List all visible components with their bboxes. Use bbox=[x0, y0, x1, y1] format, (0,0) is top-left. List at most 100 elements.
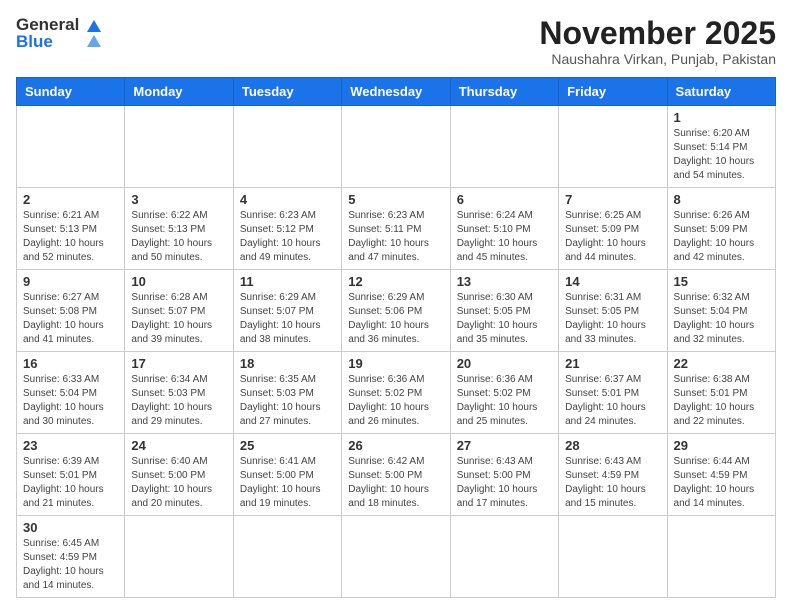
day-info: Sunrise: 6:27 AM Sunset: 5:08 PM Dayligh… bbox=[23, 291, 118, 347]
calendar-cell: 12Sunrise: 6:29 AM Sunset: 5:06 PM Dayli… bbox=[342, 270, 450, 352]
day-number: 18 bbox=[240, 356, 335, 371]
day-number: 8 bbox=[674, 192, 769, 207]
day-number: 27 bbox=[457, 438, 552, 453]
calendar-cell: 13 Sunrise: 6:30 AM Sunset: 5:05 PM Dayli… bbox=[450, 270, 558, 352]
calendar-cell: 10Sunrise: 6:28 AM Sunset: 5:07 PM Dayli… bbox=[125, 270, 233, 352]
day-info: Sunrise: 6:21 AM Sunset: 5:13 PM Dayligh… bbox=[23, 209, 118, 265]
day-number: 19 bbox=[348, 356, 443, 371]
calendar-cell: 8 Sunrise: 6:26 AM Sunset: 5:09 PM Daylig… bbox=[667, 188, 775, 270]
day-number: 4 bbox=[240, 192, 335, 207]
logo-blue: Blue bbox=[16, 33, 79, 50]
day-info: Sunrise: 6:32 AM Sunset: 5:04 PM Dayligh… bbox=[674, 291, 769, 347]
day-number: 16 bbox=[23, 356, 118, 371]
day-info: Sunrise: 6:30 AM Sunset: 5:05 PM Dayligh… bbox=[457, 291, 552, 347]
calendar-cell: 21 Sunrise: 6:37 AM Sunset: 5:01 PM Dayli… bbox=[559, 352, 667, 434]
day-number: 20 bbox=[457, 356, 552, 371]
calendar-cell: 26 Sunrise: 6:42 AM Sunset: 5:00 PM Dayli… bbox=[342, 434, 450, 516]
calendar-cell: 1Sunrise: 6:20 AM Sunset: 5:14 PM Daylig… bbox=[667, 106, 775, 188]
calendar-cell: 24Sunrise: 6:40 AM Sunset: 5:00 PM Dayli… bbox=[125, 434, 233, 516]
day-info: Sunrise: 6:37 AM Sunset: 5:01 PM Dayligh… bbox=[565, 373, 660, 429]
calendar-cell bbox=[559, 106, 667, 188]
day-number: 11 bbox=[240, 274, 335, 289]
day-number: 25 bbox=[240, 438, 335, 453]
calendar-cell: 4 Sunrise: 6:23 AM Sunset: 5:12 PM Daylig… bbox=[233, 188, 341, 270]
day-number: 15 bbox=[674, 274, 769, 289]
calendar-cell bbox=[342, 106, 450, 188]
calendar-cell: 22Sunrise: 6:38 AM Sunset: 5:01 PM Dayli… bbox=[667, 352, 775, 434]
location-subtitle: Naushahra Virkan, Punjab, Pakistan bbox=[539, 51, 776, 67]
day-info: Sunrise: 6:26 AM Sunset: 5:09 PM Dayligh… bbox=[674, 209, 769, 265]
calendar-table: SundayMondayTuesdayWednesdayThursdayFrid… bbox=[16, 77, 776, 598]
calendar-cell: 5Sunrise: 6:23 AM Sunset: 5:11 PM Daylig… bbox=[342, 188, 450, 270]
calendar-cell bbox=[233, 516, 341, 598]
calendar-cell: 14Sunrise: 6:31 AM Sunset: 5:05 PM Dayli… bbox=[559, 270, 667, 352]
day-number: 30 bbox=[23, 520, 118, 535]
weekday-header-thursday: Thursday bbox=[450, 78, 558, 106]
day-number: 17 bbox=[131, 356, 226, 371]
day-info: Sunrise: 6:36 AM Sunset: 5:02 PM Dayligh… bbox=[348, 373, 443, 429]
day-number: 26 bbox=[348, 438, 443, 453]
day-number: 21 bbox=[565, 356, 660, 371]
day-info: Sunrise: 6:24 AM Sunset: 5:10 PM Dayligh… bbox=[457, 209, 552, 265]
calendar-header: SundayMondayTuesdayWednesdayThursdayFrid… bbox=[17, 78, 776, 106]
calendar-cell: 2 Sunrise: 6:21 AM Sunset: 5:13 PM Daylig… bbox=[17, 188, 125, 270]
day-info: Sunrise: 6:43 AM Sunset: 4:59 PM Dayligh… bbox=[565, 455, 660, 511]
calendar-cell: 19 Sunrise: 6:36 AM Sunset: 5:02 PM Dayli… bbox=[342, 352, 450, 434]
day-info: Sunrise: 6:29 AM Sunset: 5:07 PM Dayligh… bbox=[240, 291, 335, 347]
calendar-cell: 18 Sunrise: 6:35 AM Sunset: 5:03 PM Dayli… bbox=[233, 352, 341, 434]
title-area: November 2025 Naushahra Virkan, Punjab, … bbox=[539, 16, 776, 67]
logo-triangle-bottom bbox=[87, 35, 101, 47]
logo-box: General Blue bbox=[16, 16, 101, 50]
day-info: Sunrise: 6:33 AM Sunset: 5:04 PM Dayligh… bbox=[23, 373, 118, 429]
day-number: 10 bbox=[131, 274, 226, 289]
calendar-cell bbox=[17, 106, 125, 188]
day-info: Sunrise: 6:23 AM Sunset: 5:12 PM Dayligh… bbox=[240, 209, 335, 265]
week-row-4: 16 Sunrise: 6:33 AM Sunset: 5:04 PM Dayli… bbox=[17, 352, 776, 434]
weekday-header-tuesday: Tuesday bbox=[233, 78, 341, 106]
calendar-cell bbox=[450, 106, 558, 188]
calendar-cell: 20 Sunrise: 6:36 AM Sunset: 5:02 PM Dayli… bbox=[450, 352, 558, 434]
day-number: 9 bbox=[23, 274, 118, 289]
calendar-cell: 23 Sunrise: 6:39 AM Sunset: 5:01 PM Dayli… bbox=[17, 434, 125, 516]
week-row-1: 1Sunrise: 6:20 AM Sunset: 5:14 PM Daylig… bbox=[17, 106, 776, 188]
calendar-cell: 27 Sunrise: 6:43 AM Sunset: 5:00 PM Dayli… bbox=[450, 434, 558, 516]
day-info: Sunrise: 6:40 AM Sunset: 5:00 PM Dayligh… bbox=[131, 455, 226, 511]
week-row-3: 9 Sunrise: 6:27 AM Sunset: 5:08 PM Daylig… bbox=[17, 270, 776, 352]
calendar-cell: 29Sunrise: 6:44 AM Sunset: 4:59 PM Dayli… bbox=[667, 434, 775, 516]
day-info: Sunrise: 6:29 AM Sunset: 5:06 PM Dayligh… bbox=[348, 291, 443, 347]
day-info: Sunrise: 6:45 AM Sunset: 4:59 PM Dayligh… bbox=[23, 537, 118, 593]
day-number: 14 bbox=[565, 274, 660, 289]
calendar-cell bbox=[667, 516, 775, 598]
weekday-header-row: SundayMondayTuesdayWednesdayThursdayFrid… bbox=[17, 78, 776, 106]
weekday-header-sunday: Sunday bbox=[17, 78, 125, 106]
day-info: Sunrise: 6:20 AM Sunset: 5:14 PM Dayligh… bbox=[674, 127, 769, 183]
logo-triangle-top bbox=[87, 20, 101, 32]
day-info: Sunrise: 6:34 AM Sunset: 5:03 PM Dayligh… bbox=[131, 373, 226, 429]
day-number: 2 bbox=[23, 192, 118, 207]
day-info: Sunrise: 6:43 AM Sunset: 5:00 PM Dayligh… bbox=[457, 455, 552, 511]
day-number: 28 bbox=[565, 438, 660, 453]
calendar-cell: 25 Sunrise: 6:41 AM Sunset: 5:00 PM Dayli… bbox=[233, 434, 341, 516]
calendar-cell bbox=[559, 516, 667, 598]
calendar-cell bbox=[125, 106, 233, 188]
page-header: General Blue November 2025 Naushahra Vir… bbox=[16, 16, 776, 67]
day-info: Sunrise: 6:39 AM Sunset: 5:01 PM Dayligh… bbox=[23, 455, 118, 511]
logo-general: General bbox=[16, 16, 79, 33]
day-info: Sunrise: 6:42 AM Sunset: 5:00 PM Dayligh… bbox=[348, 455, 443, 511]
day-info: Sunrise: 6:23 AM Sunset: 5:11 PM Dayligh… bbox=[348, 209, 443, 265]
calendar-cell: 3 Sunrise: 6:22 AM Sunset: 5:13 PM Daylig… bbox=[125, 188, 233, 270]
day-info: Sunrise: 6:35 AM Sunset: 5:03 PM Dayligh… bbox=[240, 373, 335, 429]
month-title: November 2025 bbox=[539, 16, 776, 51]
calendar-cell: 15 Sunrise: 6:32 AM Sunset: 5:04 PM Dayli… bbox=[667, 270, 775, 352]
day-info: Sunrise: 6:41 AM Sunset: 5:00 PM Dayligh… bbox=[240, 455, 335, 511]
day-info: Sunrise: 6:44 AM Sunset: 4:59 PM Dayligh… bbox=[674, 455, 769, 511]
week-row-5: 23 Sunrise: 6:39 AM Sunset: 5:01 PM Dayli… bbox=[17, 434, 776, 516]
day-number: 23 bbox=[23, 438, 118, 453]
day-number: 3 bbox=[131, 192, 226, 207]
day-info: Sunrise: 6:36 AM Sunset: 5:02 PM Dayligh… bbox=[457, 373, 552, 429]
calendar-cell: 11 Sunrise: 6:29 AM Sunset: 5:07 PM Dayli… bbox=[233, 270, 341, 352]
day-info: Sunrise: 6:22 AM Sunset: 5:13 PM Dayligh… bbox=[131, 209, 226, 265]
day-number: 13 bbox=[457, 274, 552, 289]
calendar-cell bbox=[233, 106, 341, 188]
week-row-2: 2 Sunrise: 6:21 AM Sunset: 5:13 PM Daylig… bbox=[17, 188, 776, 270]
